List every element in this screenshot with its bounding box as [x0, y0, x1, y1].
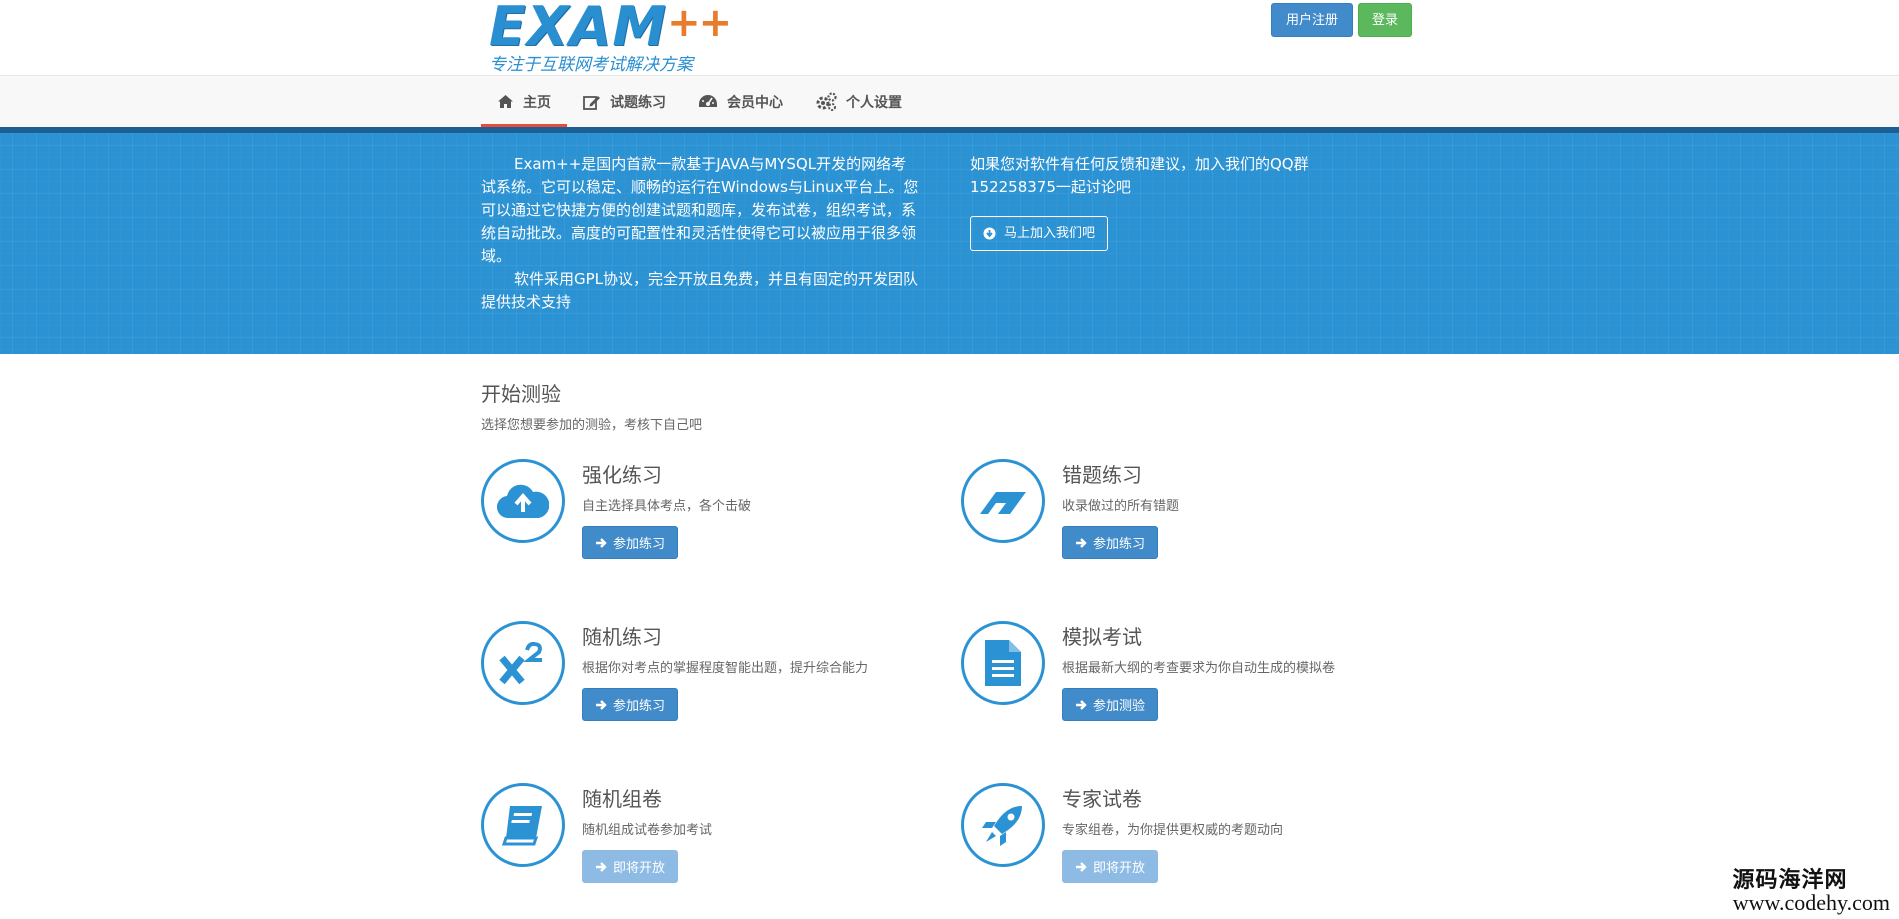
- arrow-right-icon: [1076, 861, 1087, 872]
- card-random-paper: 随机组卷 随机组成试卷参加考试 即将开放: [481, 783, 961, 883]
- nav-item-settings[interactable]: 个人设置: [799, 76, 918, 127]
- card-title: 专家试卷: [1062, 787, 1142, 811]
- login-button[interactable]: 登录: [1358, 3, 1412, 37]
- card-icon-circle: [961, 783, 1045, 867]
- cloud-upload-icon: [497, 484, 549, 519]
- logo-plus: ++: [667, 0, 732, 46]
- book-icon: [501, 806, 542, 846]
- card-title: 模拟考试: [1062, 625, 1142, 649]
- card-expert-paper: 专家试卷 专家组卷，为你提供更权威的考题动向 即将开放: [961, 783, 1441, 883]
- card-mock-exam: 模拟考试 根据最新大纲的考查要求为你自动生成的模拟卷 参加测验: [961, 621, 1441, 721]
- card-icon-circle: [481, 621, 565, 705]
- coming-soon-button[interactable]: 即将开放: [1062, 850, 1159, 883]
- eraser-icon: [980, 492, 1026, 514]
- arrow-right-icon: [596, 861, 607, 872]
- nav-item-label: 会员中心: [727, 94, 783, 111]
- card-icon-circle: [961, 459, 1045, 543]
- card-title: 随机组卷: [582, 787, 662, 811]
- arrow-circle-down-icon: [983, 227, 996, 240]
- intro-paragraph-2: 软件采用GPL协议，完全开放且免费，并且有固定的开发团队提供技术支持: [481, 270, 919, 311]
- watermark: 源码海洋网 www.codehy.com: [1690, 862, 1890, 916]
- nav-item-label: 主页: [523, 94, 551, 111]
- card-desc: 收录做过的所有错题: [1062, 499, 1180, 514]
- card-desc: 自主选择具体考点，各个击破: [582, 499, 752, 514]
- card-icon-circle: [961, 621, 1045, 705]
- section-subtitle: 选择您想要参加的测验，考核下自己吧: [481, 418, 703, 433]
- feedback-text: 如果您对软件有任何反馈和建议，加入我们的QQ群152258375一起讨论吧: [970, 155, 1309, 196]
- home-icon: [498, 95, 513, 108]
- dashboard-icon: [699, 95, 717, 107]
- card-button-label: 即将开放: [1093, 861, 1146, 876]
- card-button-label: 参加练习: [613, 537, 666, 552]
- hero-banner: Exam++是国内首款一款基于JAVA与MYSQL开发的网络考试系统。它可以稳定…: [0, 133, 1899, 354]
- header: EXAM++ 专注于互联网考试解决方案 用户注册 登录: [0, 0, 1899, 75]
- card-icon-circle: [481, 459, 565, 543]
- card-random-practice: 随机练习 根据你对考点的掌握程度智能出题，提升综合能力 参加练习: [481, 621, 961, 721]
- feedback-block: 如果您对软件有任何反馈和建议，加入我们的QQ群152258375一起讨论吧 马上…: [970, 153, 1370, 251]
- arrow-right-icon: [1076, 699, 1087, 710]
- card-button-label: 参加测验: [1093, 699, 1146, 714]
- card-desc: 根据你对考点的掌握程度智能出题，提升综合能力: [582, 661, 869, 676]
- document-icon: [985, 640, 1021, 686]
- rocket-icon: [982, 806, 1022, 846]
- join-practice-button[interactable]: 参加练习: [1062, 526, 1159, 559]
- coming-soon-button[interactable]: 即将开放: [582, 850, 679, 883]
- card-wrong-questions: 错题练习 收录做过的所有错题 参加练习: [961, 459, 1441, 559]
- card-title: 强化练习: [582, 463, 662, 487]
- join-group-label: 马上加入我们吧: [1004, 226, 1096, 241]
- nav-item-practice[interactable]: 试题练习: [567, 76, 682, 127]
- card-desc: 根据最新大纲的考查要求为你自动生成的模拟卷: [1062, 661, 1336, 676]
- nav-item-member[interactable]: 会员中心: [682, 76, 799, 127]
- nav-item-home[interactable]: 主页: [481, 76, 567, 127]
- section-title: 开始测验: [481, 382, 561, 406]
- join-group-button[interactable]: 马上加入我们吧: [970, 216, 1109, 251]
- arrow-right-icon: [1076, 537, 1087, 548]
- watermark-url: www.codehy.com: [1732, 890, 1890, 915]
- intro-text: Exam++是国内首款一款基于JAVA与MYSQL开发的网络考试系统。它可以稳定…: [481, 153, 921, 314]
- card-icon-circle: [481, 783, 565, 867]
- gears-icon: [816, 91, 837, 111]
- arrow-right-icon: [596, 699, 607, 710]
- logo-text: EXAM: [489, 0, 668, 58]
- card-intensive-practice: 强化练习 自主选择具体考点，各个击破 参加练习: [481, 459, 961, 559]
- card-title: 错题练习: [1062, 463, 1142, 487]
- join-exam-button[interactable]: 参加测验: [1062, 688, 1159, 721]
- logo[interactable]: EXAM++ 专注于互联网考试解决方案: [489, 0, 732, 75]
- arrow-right-icon: [596, 537, 607, 548]
- main-nav: 主页 试题练习 会员中心 个人设置: [0, 75, 1899, 128]
- intro-paragraph-1: Exam++是国内首款一款基于JAVA与MYSQL开发的网络考试系统。它可以稳定…: [481, 155, 919, 265]
- card-button-label: 即将开放: [613, 861, 666, 876]
- card-button-label: 参加练习: [613, 699, 666, 714]
- register-button[interactable]: 用户注册: [1271, 3, 1353, 37]
- nav-item-label: 个人设置: [846, 94, 902, 111]
- card-title: 随机练习: [582, 625, 662, 649]
- card-button-label: 参加练习: [1093, 537, 1146, 552]
- superscript-icon: [499, 642, 542, 684]
- join-practice-button[interactable]: 参加练习: [582, 526, 679, 559]
- join-practice-button[interactable]: 参加练习: [582, 688, 679, 721]
- edit-icon: [583, 95, 600, 110]
- card-desc: 随机组成试卷参加考试: [582, 823, 713, 838]
- nav-item-label: 试题练习: [610, 94, 666, 111]
- card-desc: 专家组卷，为你提供更权威的考题动向: [1062, 823, 1284, 838]
